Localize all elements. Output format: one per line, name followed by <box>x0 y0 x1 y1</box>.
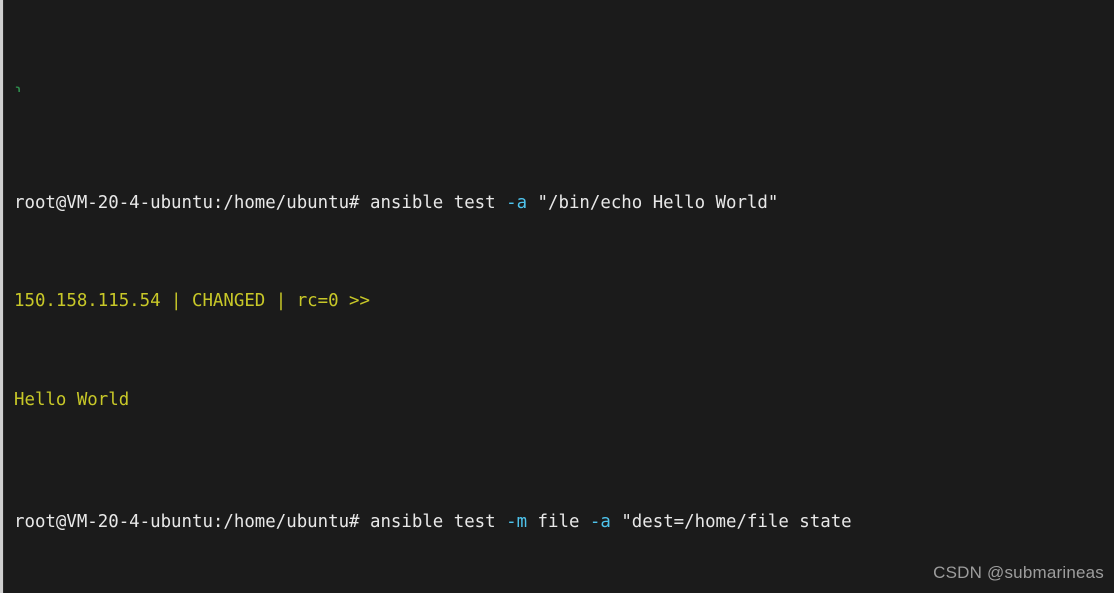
command-args: "/bin/echo Hello World" <box>527 192 779 213</box>
flag-a: -a <box>506 192 528 213</box>
command-line-1[interactable]: root@VM-20-4-ubuntu:/home/ubuntu# ansibl… <box>5 191 1114 216</box>
terminal-screen[interactable]: } root@VM-20-4-ubuntu:/home/ubuntu# ansi… <box>5 0 1114 593</box>
output-line-status-1: 150.158.115.54 | CHANGED | rc=0 >> <box>5 289 1114 314</box>
command-text: ansible test <box>359 192 507 213</box>
shell-prompt: root@VM-20-4-ubuntu:/home/ubuntu# <box>14 512 360 533</box>
output-line-hello-world: Hello World <box>5 388 1114 413</box>
flag-m: -m <box>506 512 528 533</box>
json-close-brace-fragment: } <box>14 85 24 92</box>
ansible-host-status: 150.158.115.54 | CHANGED | rc=0 >> <box>14 291 370 312</box>
watermark: CSDN @submarineas <box>933 563 1104 582</box>
command-text: ansible test <box>359 512 507 533</box>
flag-a: -a <box>589 512 611 533</box>
command-module: file <box>527 512 590 533</box>
command-line-2[interactable]: root@VM-20-4-ubuntu:/home/ubuntu# ansibl… <box>5 510 1114 535</box>
shell-prompt: root@VM-20-4-ubuntu:/home/ubuntu# <box>14 192 360 213</box>
echo-output: Hello World <box>14 389 130 410</box>
window-left-border <box>0 0 4 593</box>
scrollback-fragment-top: } <box>5 83 1114 92</box>
terminal-window[interactable]: } root@VM-20-4-ubuntu:/home/ubuntu# ansi… <box>0 0 1114 593</box>
command-args: "dest=/home/file state <box>610 512 852 533</box>
